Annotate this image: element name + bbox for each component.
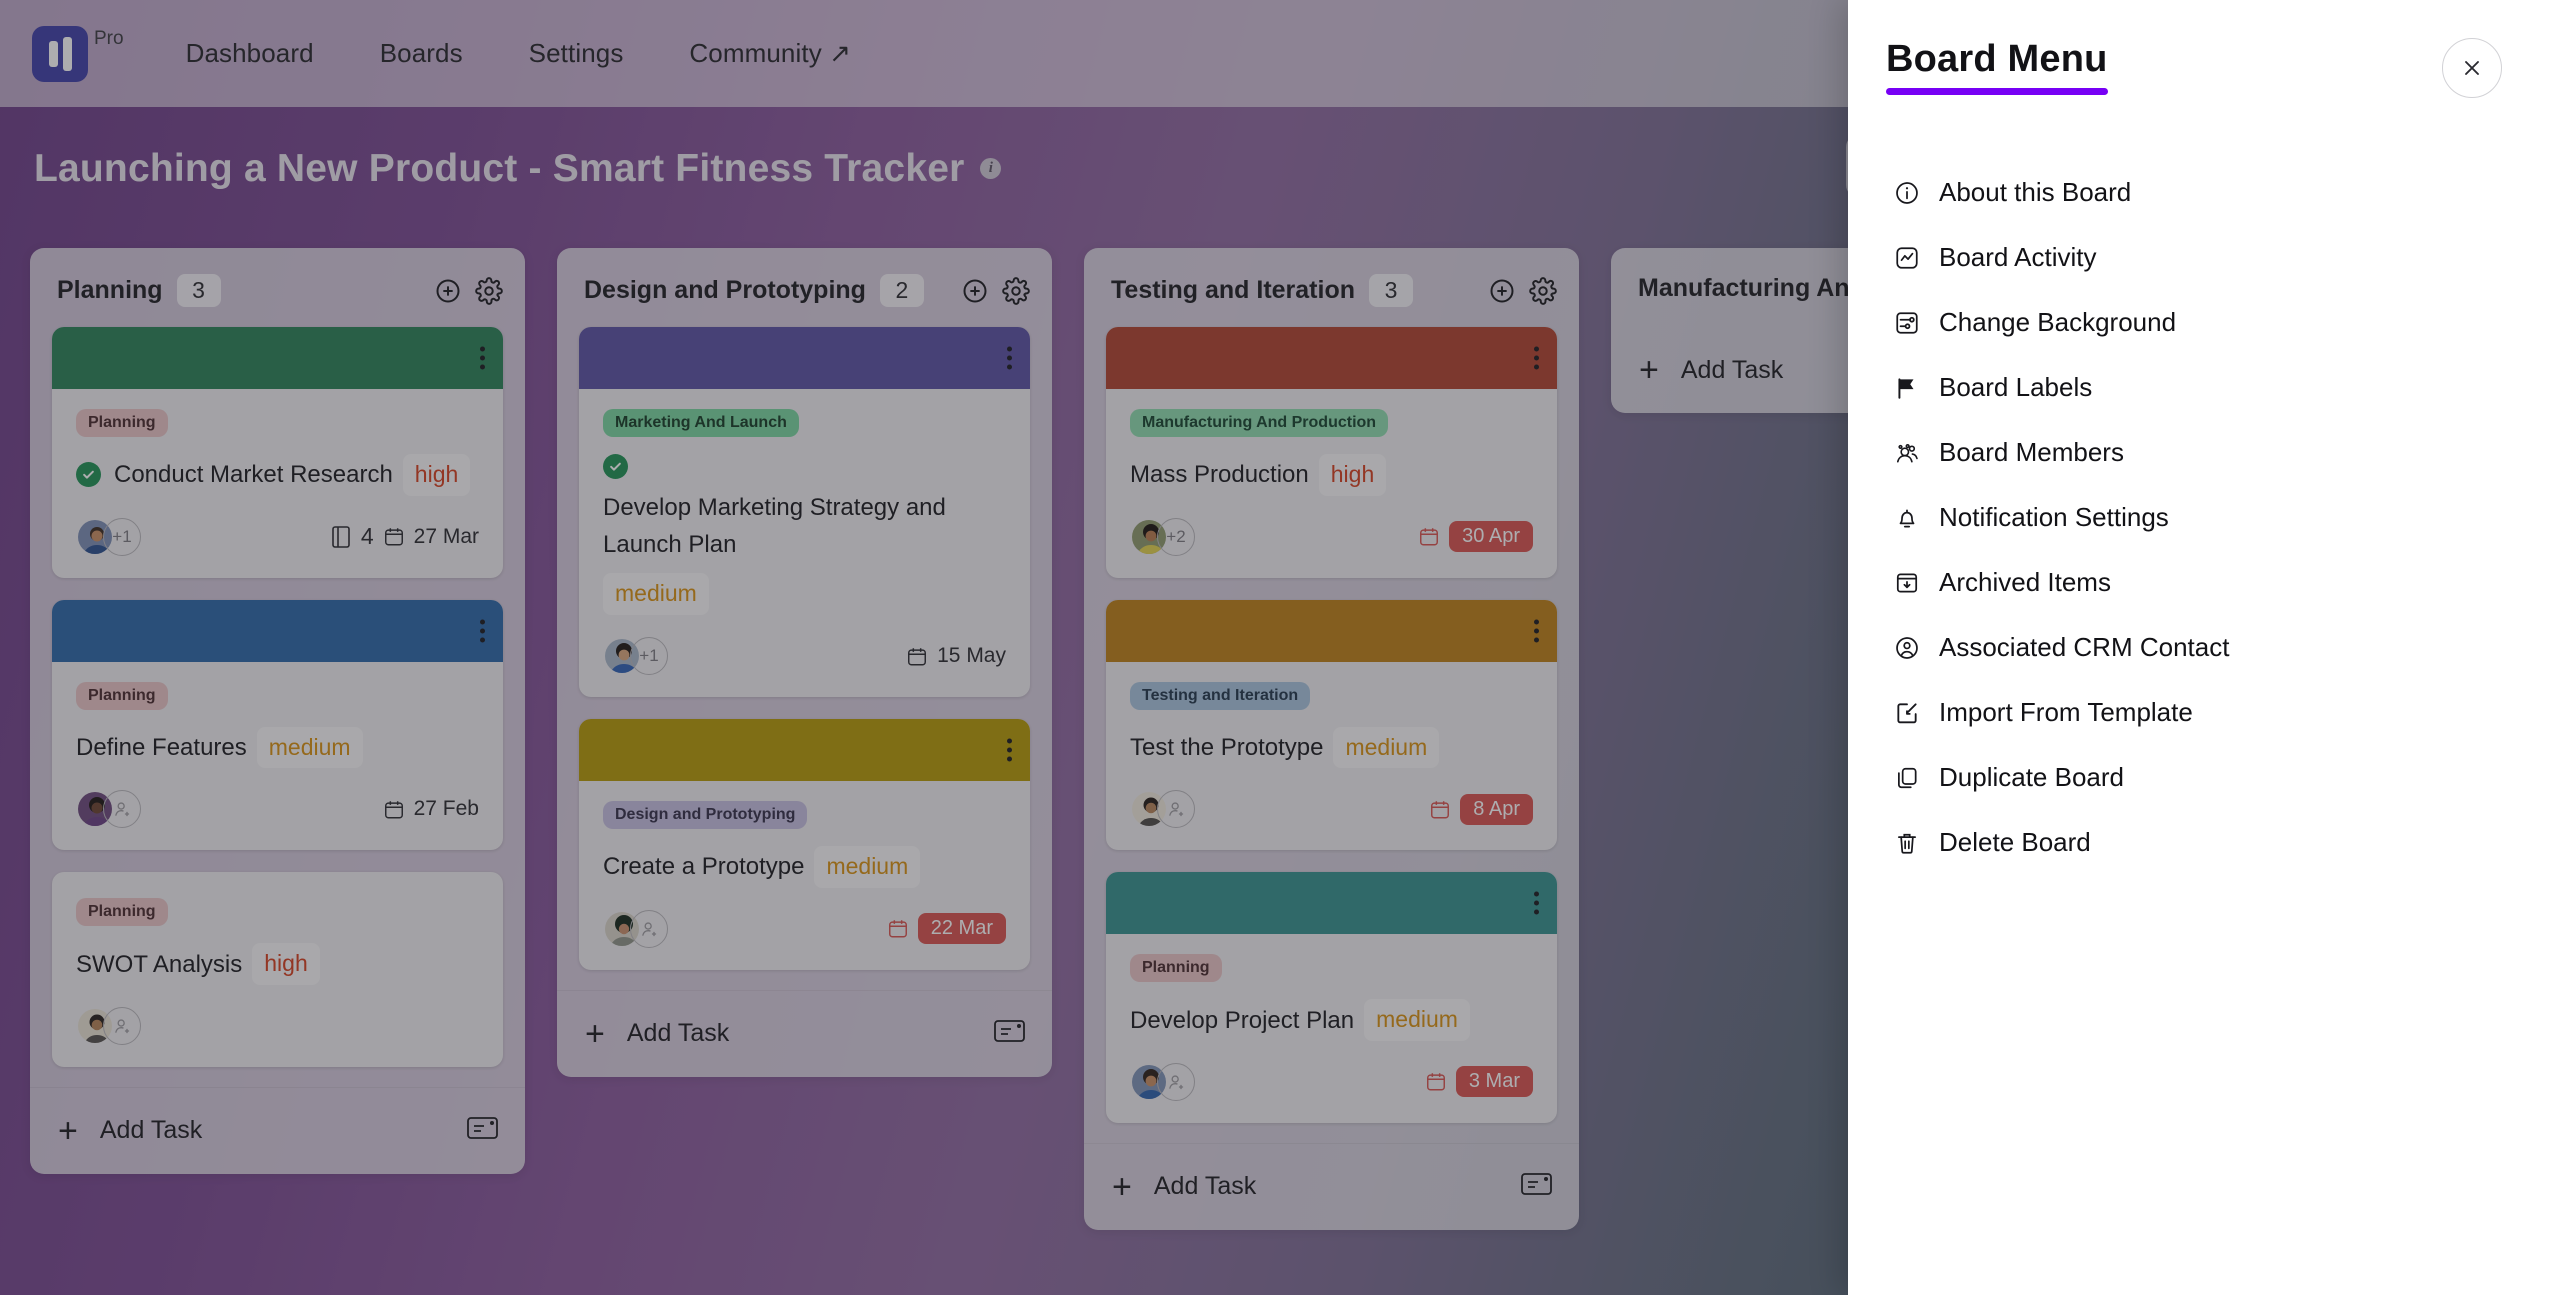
menu-item-change-background[interactable]: Change Background bbox=[1886, 290, 2522, 355]
menu-item-board-members[interactable]: Board Members bbox=[1886, 420, 2522, 485]
menu-item-archived-items[interactable]: Archived Items bbox=[1886, 550, 2522, 615]
menu-item-duplicate-board[interactable]: Duplicate Board bbox=[1886, 745, 2522, 810]
flag-icon bbox=[1894, 375, 1920, 401]
menu-item-label: Notification Settings bbox=[1939, 502, 2169, 532]
menu-item-label: Duplicate Board bbox=[1939, 762, 2124, 792]
close-button[interactable] bbox=[2442, 38, 2502, 98]
menu-item-label: Board Activity bbox=[1939, 242, 2097, 272]
board-menu-list: About this Board Board Activity Change B… bbox=[1848, 160, 2560, 875]
board-menu-drawer: Board Menu About this Board Board Activi… bbox=[1848, 0, 2560, 1295]
menu-item-label: Import From Template bbox=[1939, 697, 2193, 727]
menu-item-notification-settings[interactable]: Notification Settings bbox=[1886, 485, 2522, 550]
users-icon bbox=[1894, 440, 1920, 466]
import-icon bbox=[1894, 700, 1920, 726]
sliders-icon bbox=[1894, 310, 1920, 336]
menu-item-label: Archived Items bbox=[1939, 567, 2111, 597]
menu-item-label: Associated CRM Contact bbox=[1939, 632, 2230, 662]
menu-item-delete-board[interactable]: Delete Board bbox=[1886, 810, 2522, 875]
menu-item-label: Delete Board bbox=[1939, 827, 2091, 857]
menu-item-associated-crm-contact[interactable]: Associated CRM Contact bbox=[1886, 615, 2522, 680]
trash-icon bbox=[1894, 830, 1920, 856]
copy-icon bbox=[1894, 765, 1920, 791]
activity-icon bbox=[1894, 245, 1920, 271]
menu-item-label: Change Background bbox=[1939, 307, 2177, 337]
menu-item-board-labels[interactable]: Board Labels bbox=[1886, 355, 2522, 420]
info-circle-icon bbox=[1894, 180, 1920, 206]
drawer-header: Board Menu bbox=[1848, 0, 2560, 98]
menu-item-board-activity[interactable]: Board Activity bbox=[1886, 225, 2522, 290]
drawer-title-wrap: Board Menu bbox=[1886, 38, 2108, 95]
menu-item-label: Board Members bbox=[1939, 437, 2124, 467]
menu-item-about-this-board[interactable]: About this Board bbox=[1886, 160, 2522, 225]
drawer-title: Board Menu bbox=[1886, 38, 2108, 80]
menu-item-label: Board Labels bbox=[1939, 372, 2093, 402]
close-icon bbox=[2465, 61, 2479, 75]
archive-icon bbox=[1894, 570, 1920, 596]
bell-icon bbox=[1894, 505, 1920, 531]
user-circle-icon bbox=[1894, 635, 1920, 661]
menu-item-import-from-template[interactable]: Import From Template bbox=[1886, 680, 2522, 745]
drawer-title-underline bbox=[1886, 88, 2108, 95]
app-root: Pro Dashboard Boards Settings Community … bbox=[0, 0, 2560, 1295]
menu-item-label: About this Board bbox=[1939, 177, 2132, 207]
